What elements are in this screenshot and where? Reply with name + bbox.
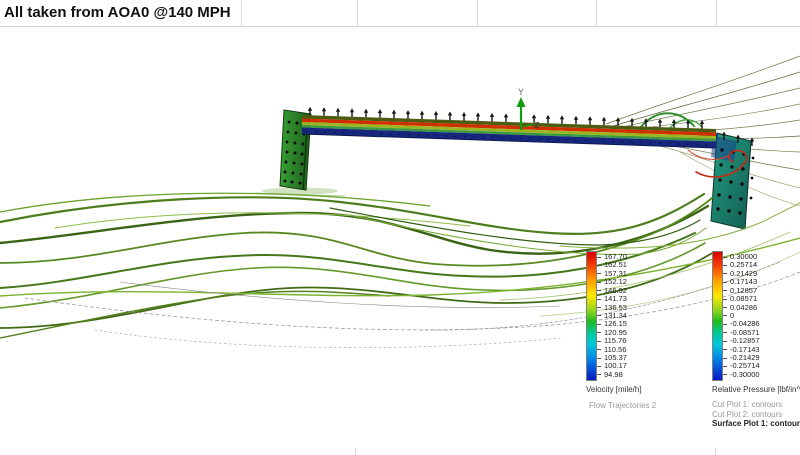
legend-tick-value: 0.04286 <box>723 304 760 312</box>
velocity-tick-values: 167.70 162.51 157.31 152.12 146.92 141.7… <box>597 253 627 379</box>
legend-tick-value: -0.30000 <box>723 371 760 379</box>
velocity-legend: 167.70 162.51 157.31 152.12 146.92 141.7… <box>586 251 642 394</box>
pressure-tick-values: 0.30000 0.25714 0.21429 0.17143 0.12857 … <box>723 253 760 379</box>
cfd-screenshot: All taken from AOA0 @140 MPH <box>0 0 800 455</box>
empty-cell <box>717 0 800 27</box>
pressure-legend: 0.30000 0.25714 0.21429 0.17143 0.12857 … <box>712 251 800 394</box>
pressure-unit-label: Relative Pressure [lbf/in^2] <box>712 385 800 394</box>
flow-trajectories-caption: Flow Trajectories 2 <box>589 401 656 410</box>
legend-tick-value: 0.08571 <box>723 295 760 303</box>
velocity-colorbar <box>586 251 597 381</box>
edge-mark <box>715 448 716 455</box>
z-axis-label: Z <box>535 121 540 130</box>
plot-captions: Cut Plot 1: contours Cut Plot 2: contour… <box>712 400 800 429</box>
streamlines <box>0 113 800 347</box>
y-axis-arrow-icon <box>517 97 526 107</box>
3d-viewport[interactable]: Y Z <box>0 0 800 455</box>
annotation-strip: All taken from AOA0 @140 MPH <box>0 0 800 27</box>
empty-cell <box>478 0 597 27</box>
pressure-colorbar <box>712 251 723 381</box>
velocity-unit-label: Velocity [mile/h] <box>586 385 642 394</box>
edge-mark <box>355 448 356 455</box>
legend-tick-value: 94.98 <box>597 371 627 379</box>
empty-cell <box>242 0 358 27</box>
cut-plot-1-caption: Cut Plot 1: contours <box>712 400 800 410</box>
legend-tick-value: 141.73 <box>597 295 627 303</box>
empty-cell <box>597 0 717 27</box>
y-axis-label: Y <box>518 87 524 97</box>
empty-cell <box>358 0 478 27</box>
cut-plot-2-caption: Cut Plot 2: contours <box>712 410 800 420</box>
surface-plot-1-caption: Surface Plot 1: contours <box>712 419 800 429</box>
page-title: All taken from AOA0 @140 MPH <box>0 0 242 27</box>
